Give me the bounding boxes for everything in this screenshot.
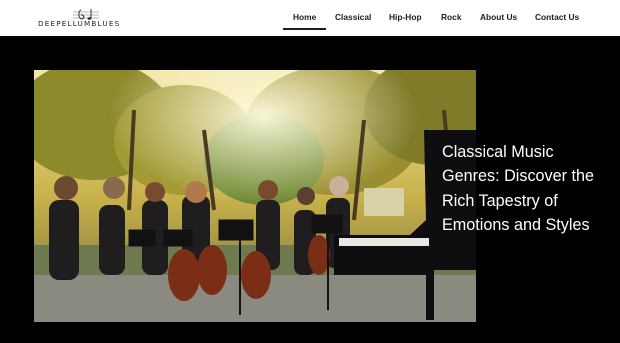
nav-about-us[interactable]: About Us xyxy=(480,12,517,22)
nav-hip-hop[interactable]: Hip-Hop xyxy=(389,12,422,22)
orchestra-park-illustration xyxy=(34,70,476,322)
nav-contact-us[interactable]: Contact Us xyxy=(535,12,579,22)
nav-classical[interactable]: Classical xyxy=(335,12,371,22)
hero-title: Classical Music Genres: Discover the Ric… xyxy=(442,143,595,234)
site-header: DEEPELLUMBLUES Home Classical Hip-Hop Ro… xyxy=(0,0,620,36)
brand-name: DEEPELLUMBLUES xyxy=(38,19,121,28)
nav-home[interactable]: Home xyxy=(293,12,316,22)
nav-rock[interactable]: Rock xyxy=(441,12,461,22)
hero-image xyxy=(34,70,476,322)
site-logo[interactable]: DEEPELLUMBLUES xyxy=(38,8,122,30)
active-nav-indicator xyxy=(283,28,326,30)
